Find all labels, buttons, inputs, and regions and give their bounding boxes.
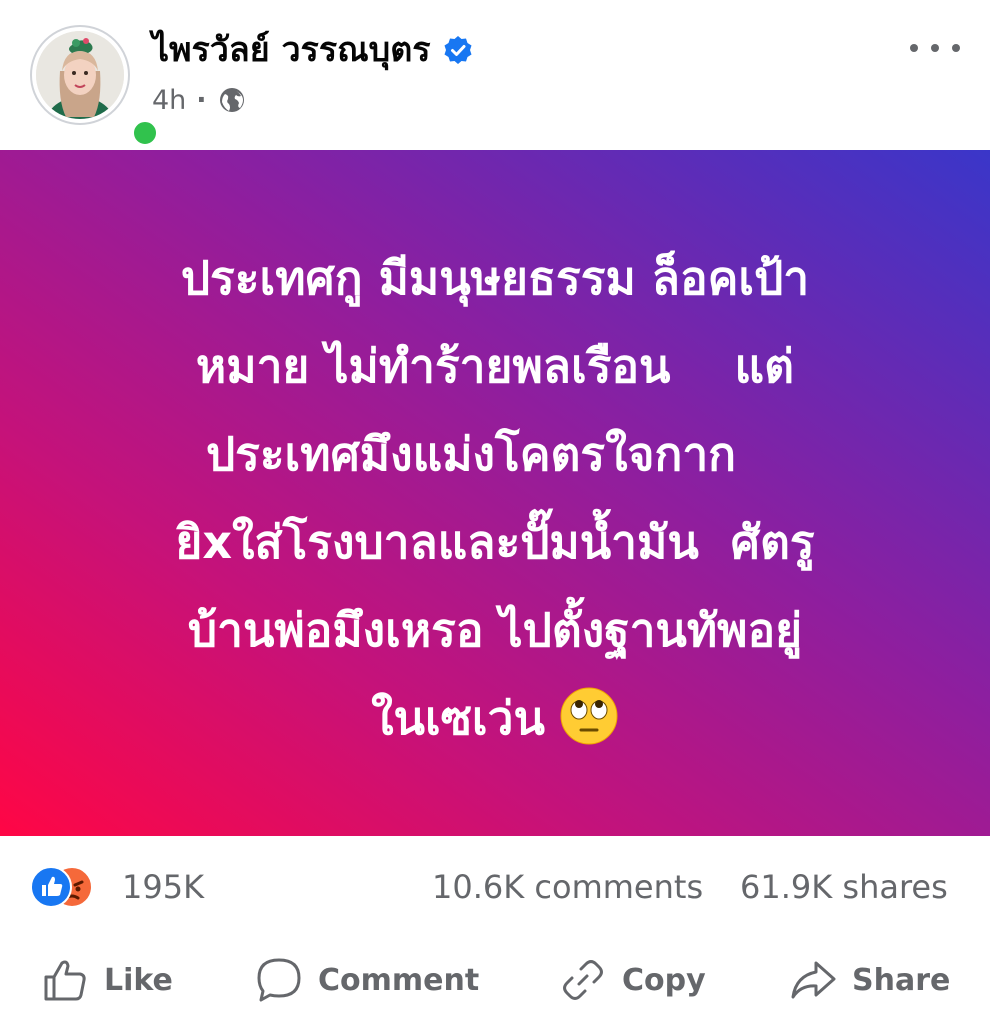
post-text-line: บ้านพ่อมึงเหรอ ไปตั้งฐานทัพอยู่	[187, 603, 803, 657]
like-label: Like	[104, 962, 173, 998]
angry-reaction-icon	[30, 866, 72, 908]
comments-count[interactable]: 10.6K comments	[432, 866, 703, 908]
copy-button[interactable]: Copy	[558, 952, 706, 1008]
reaction-count[interactable]: 195K	[122, 866, 204, 908]
more-dot	[931, 44, 939, 52]
profile-photo-icon	[36, 31, 124, 119]
post-text-line: ประเทศกู มีมนุษยธรรม ล็อคเป้า	[180, 251, 810, 305]
author-avatar[interactable]	[30, 25, 160, 148]
post-text-line: ในเซเว่น	[371, 691, 545, 745]
facebook-post: ไพรวัลย์ วรรณบุตร 4h · ประเทศกู มีมนุษยธ…	[0, 0, 990, 1024]
post-meta: 4h ·	[152, 80, 247, 120]
link-chain-icon	[563, 960, 603, 1000]
copy-label: Copy	[622, 962, 706, 998]
comment-bubble-icon	[257, 958, 301, 1002]
author-name[interactable]: ไพรวัลย์ วรรณบุตร	[152, 24, 431, 76]
post-content-background[interactable]: ประเทศกู มีมนุษยธรรม ล็อคเป้า หมาย ไม่ทำ…	[0, 150, 990, 836]
post-stats: 195K 10.6K comments 61.9K shares	[0, 836, 990, 936]
verified-badge-icon	[444, 36, 472, 64]
more-dot	[952, 44, 960, 52]
post-action-bar: Like Comment Copy Share	[0, 936, 990, 1024]
share-button[interactable]: Share	[788, 952, 950, 1008]
more-dot	[910, 44, 918, 52]
author-row: ไพรวัลย์ วรรณบุตร	[152, 24, 473, 76]
post-text-last-line: ในเซเว่น	[60, 674, 930, 762]
comment-button[interactable]: Comment	[254, 952, 479, 1008]
thumbs-up-icon	[44, 960, 86, 1001]
reaction-icons[interactable]	[30, 866, 114, 908]
like-button[interactable]: Like	[40, 952, 173, 1008]
post-text: ประเทศกู มีมนุษยธรรม ล็อคเป้า หมาย ไม่ทำ…	[60, 234, 930, 762]
meta-separator: ·	[196, 84, 207, 116]
more-options-button[interactable]	[910, 30, 960, 66]
post-text-line: ประเทศมึงแม่งโคตรใจกาก	[205, 427, 785, 481]
post-time[interactable]: 4h	[152, 85, 186, 116]
globe-icon	[219, 88, 244, 112]
online-status-indicator	[130, 118, 160, 148]
avatar-image	[36, 31, 124, 119]
post-header: ไพรวัลย์ วรรณบุตร 4h ·	[0, 0, 990, 150]
post-text-line: ยิxใส่โรงบาลและปั๊มน้ำมัน ศัตรู	[175, 515, 815, 569]
comment-label: Comment	[318, 962, 480, 998]
share-label: Share	[852, 962, 951, 998]
share-arrow-icon	[791, 961, 836, 999]
shares-count[interactable]: 61.9K shares	[740, 866, 948, 908]
post-text-line: หมาย ไม่ทำร้ายพลเรือน แต่	[195, 339, 795, 393]
face-with-rolling-eyes-icon	[560, 687, 618, 744]
